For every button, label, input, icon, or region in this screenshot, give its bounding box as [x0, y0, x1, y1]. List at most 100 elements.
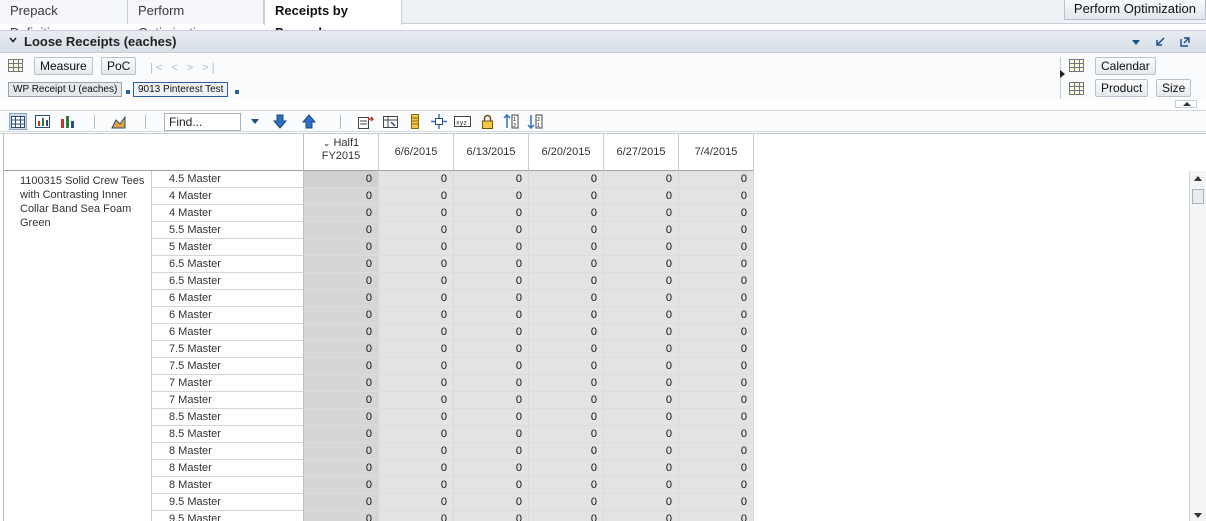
tab-perform-optimization[interactable]: Perform Optimization — [128, 0, 264, 40]
find-input[interactable] — [164, 113, 241, 131]
grid-cell[interactable]: 0 — [304, 341, 379, 358]
size-row-header[interactable]: 8.5 Master — [152, 409, 304, 426]
column-header-week[interactable]: 6/20/2015 — [529, 134, 604, 171]
grid-cell[interactable]: 0 — [454, 290, 529, 307]
grid-cell[interactable]: 0 — [529, 239, 604, 256]
measure-button[interactable]: Measure — [34, 57, 93, 75]
grid-cell[interactable]: 0 — [604, 239, 679, 256]
grid-cell[interactable]: 0 — [304, 256, 379, 273]
grid-cell[interactable]: 0 — [304, 426, 379, 443]
grid-cell[interactable]: 0 — [604, 205, 679, 222]
grid-cell[interactable]: 0 — [304, 409, 379, 426]
grid-cell[interactable]: 0 — [679, 477, 754, 494]
grid-cell[interactable]: 0 — [379, 290, 454, 307]
grid-cell[interactable]: 0 — [604, 511, 679, 521]
grid-cell[interactable]: 0 — [379, 409, 454, 426]
grid-cell[interactable]: 0 — [604, 256, 679, 273]
size-row-header[interactable]: 6.5 Master — [152, 273, 304, 290]
grid-cell[interactable]: 0 — [529, 324, 604, 341]
grid-cell[interactable]: 0 — [454, 358, 529, 375]
grid-cell[interactable]: 0 — [529, 511, 604, 521]
grid-cell[interactable]: 0 — [529, 375, 604, 392]
column-icon[interactable] — [406, 113, 424, 130]
grid-cell[interactable]: 0 — [304, 205, 379, 222]
column-header-week[interactable]: 6/27/2015 — [604, 134, 679, 171]
grid-cell[interactable]: 0 — [454, 409, 529, 426]
grid-cell[interactable]: 0 — [604, 460, 679, 477]
grid-cell[interactable]: 0 — [379, 256, 454, 273]
grid-cell[interactable]: 0 — [454, 222, 529, 239]
grid-cell[interactable]: 0 — [604, 409, 679, 426]
grid-cell[interactable]: 0 — [454, 460, 529, 477]
grid-cell[interactable]: 0 — [604, 392, 679, 409]
grid-cell[interactable]: 0 — [604, 443, 679, 460]
grid-cell[interactable]: 0 — [304, 307, 379, 324]
sort-ascending-icon[interactable]: 12 — [502, 113, 520, 130]
size-row-header[interactable]: 8.5 Master — [152, 426, 304, 443]
grid-cell[interactable]: 0 — [454, 256, 529, 273]
grid-cell[interactable]: 0 — [604, 358, 679, 375]
grid-cell[interactable]: 0 — [304, 239, 379, 256]
size-row-header[interactable]: 4 Master — [152, 205, 304, 222]
grid-cell[interactable]: 0 — [379, 511, 454, 521]
grid-cell[interactable]: 0 — [529, 477, 604, 494]
column-header-week[interactable]: 6/13/2015 — [454, 134, 529, 171]
grid-cell[interactable]: 0 — [679, 188, 754, 205]
lock-icon[interactable] — [478, 113, 496, 130]
calendar-button[interactable]: Calendar — [1095, 57, 1156, 75]
grid-view-icon[interactable] — [9, 113, 27, 130]
grid-cell[interactable]: 0 — [379, 426, 454, 443]
grid-cell[interactable]: 0 — [529, 205, 604, 222]
poc-chip[interactable]: 9013 Pinterest Test — [133, 82, 229, 97]
size-row-header[interactable]: 7.5 Master — [152, 341, 304, 358]
grid-cell[interactable]: 0 — [379, 443, 454, 460]
grid-cell[interactable]: 0 — [379, 205, 454, 222]
size-row-header[interactable]: 8 Master — [152, 460, 304, 477]
grid-cell[interactable]: 0 — [379, 477, 454, 494]
grid-cell[interactable]: 0 — [379, 324, 454, 341]
grid-cell[interactable]: 0 — [604, 188, 679, 205]
grid-cell[interactable]: 0 — [304, 324, 379, 341]
expand-arrow-icon[interactable] — [1060, 70, 1065, 78]
grid-cell[interactable]: 0 — [304, 511, 379, 521]
grid-cell[interactable]: 0 — [529, 307, 604, 324]
grid-cell[interactable]: 0 — [679, 375, 754, 392]
size-row-header[interactable]: 4 Master — [152, 188, 304, 205]
collapse-chevron-icon[interactable] — [9, 36, 17, 44]
grid-cell[interactable]: 0 — [304, 290, 379, 307]
grid-cell[interactable]: 0 — [454, 205, 529, 222]
dropdown-icon[interactable] — [1129, 35, 1143, 49]
size-row-header[interactable]: 4.5 Master — [152, 171, 304, 188]
grid-cell[interactable]: 0 — [679, 307, 754, 324]
grid-cell[interactable]: 0 — [454, 171, 529, 188]
grid-cell[interactable]: 0 — [379, 494, 454, 511]
size-row-header[interactable]: 9.5 Master — [152, 494, 304, 511]
grid-cell[interactable]: 0 — [529, 341, 604, 358]
grid-cell[interactable]: 0 — [604, 171, 679, 188]
grid-cell[interactable]: 0 — [679, 222, 754, 239]
size-row-header[interactable]: 7 Master — [152, 392, 304, 409]
sort-descending-icon[interactable]: 21 — [526, 113, 544, 130]
grid-cell[interactable]: 0 — [304, 460, 379, 477]
size-row-header[interactable]: 6 Master — [152, 307, 304, 324]
grid-cell[interactable]: 0 — [379, 358, 454, 375]
show-hide-icon[interactable] — [382, 113, 400, 130]
scroll-down-icon[interactable] — [1194, 513, 1202, 518]
grid-cell[interactable]: 0 — [454, 307, 529, 324]
grid-cell[interactable]: 0 — [529, 256, 604, 273]
grid-cell[interactable]: 0 — [304, 358, 379, 375]
grid-cell[interactable]: 0 — [679, 358, 754, 375]
size-row-header[interactable]: 8 Master — [152, 477, 304, 494]
spread-icon[interactable] — [430, 113, 448, 130]
grid-cell[interactable]: 0 — [454, 494, 529, 511]
grid-cell[interactable]: 0 — [604, 375, 679, 392]
grid-cell[interactable]: 0 — [454, 273, 529, 290]
grid-cell[interactable]: 0 — [529, 358, 604, 375]
grid-cell[interactable]: 0 — [679, 273, 754, 290]
size-row-header[interactable]: 8 Master — [152, 443, 304, 460]
grid-cell[interactable]: 0 — [379, 188, 454, 205]
grid-cell[interactable]: 0 — [304, 443, 379, 460]
grid-cell[interactable]: 0 — [379, 460, 454, 477]
grid-cell[interactable]: 0 — [529, 460, 604, 477]
grid-cell[interactable]: 0 — [454, 477, 529, 494]
